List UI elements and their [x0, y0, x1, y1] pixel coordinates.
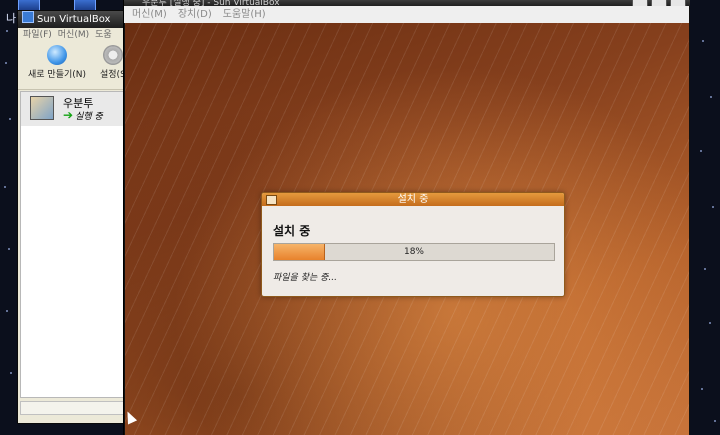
star: [6, 310, 8, 312]
star: [10, 372, 12, 374]
vm-list-item[interactable]: 우분투 ➔ 실행 중: [21, 92, 125, 126]
vm-menu-help[interactable]: 도움말(H): [223, 9, 266, 20]
progress-text: 18%: [403, 247, 424, 257]
star: [4, 186, 6, 188]
virtualbox-manager-window: Sun VirtualBox 파일(F) 머신(M) 도움 새로 만들기(N) 설정…: [17, 10, 129, 424]
star: [701, 388, 703, 390]
ubuntu-os-icon: [30, 96, 54, 120]
vm-display[interactable]: 설치 중 설치 중 18% 파일을 찾는 중...: [125, 23, 689, 435]
vm-menu-bar: 머신(M) 장치(D) 도움말(H): [124, 6, 689, 23]
install-progress-dialog: 설치 중 설치 중 18% 파일을 찾는 중...: [261, 192, 565, 297]
menu-file[interactable]: 파일(F): [23, 30, 52, 40]
manager-status-bar: [20, 401, 126, 415]
star: [9, 118, 11, 120]
desktop-icon-label: 나: [6, 12, 17, 25]
new-button-label: 새로 만들기(N): [28, 70, 87, 80]
progress-status: 파일을 찾는 중...: [273, 273, 337, 283]
star: [700, 150, 702, 152]
star: [702, 40, 704, 42]
manager-toolbar: 새로 만들기(N) 설정(S: [18, 43, 128, 90]
manager-menu-bar: 파일(F) 머신(M) 도움: [18, 28, 128, 43]
settings-button[interactable]: 설정(S: [100, 45, 126, 80]
gear-icon: [102, 45, 123, 65]
star: [710, 96, 712, 98]
running-arrow-icon: ➔: [63, 108, 74, 122]
star: [5, 62, 7, 64]
dialog-title-bar[interactable]: 설치 중: [262, 193, 564, 206]
star: [709, 322, 711, 324]
vm-window: 우분투 [실행 중] - Sun VirtualBox 머신(M) 장치(D) 도움…: [123, 0, 690, 435]
manager-title: Sun VirtualBox: [37, 14, 111, 25]
menu-machine[interactable]: 머신(M): [58, 30, 89, 40]
star: [712, 206, 714, 208]
star: [8, 248, 10, 250]
new-button[interactable]: 새로 만들기(N): [28, 45, 86, 80]
new-icon: [47, 45, 68, 65]
vm-menu-machine[interactable]: 머신(M): [132, 9, 167, 20]
dialog-menu-icon[interactable]: [266, 195, 277, 205]
star: [714, 420, 716, 422]
manager-title-bar[interactable]: Sun VirtualBox: [18, 11, 128, 28]
settings-button-label: 설정(S: [100, 70, 126, 80]
vm-list: 우분투 ➔ 실행 중: [20, 91, 126, 398]
vm-state: 실행 중: [75, 112, 103, 122]
dialog-heading: 설치 중: [273, 224, 311, 238]
star: [704, 268, 706, 270]
virtualbox-icon: [22, 11, 34, 23]
vm-menu-devices[interactable]: 장치(D): [178, 9, 212, 20]
menu-help[interactable]: 도움: [95, 30, 112, 40]
progress-bar: 18%: [273, 243, 555, 261]
dialog-title: 설치 중: [397, 194, 429, 205]
star: [6, 30, 8, 32]
